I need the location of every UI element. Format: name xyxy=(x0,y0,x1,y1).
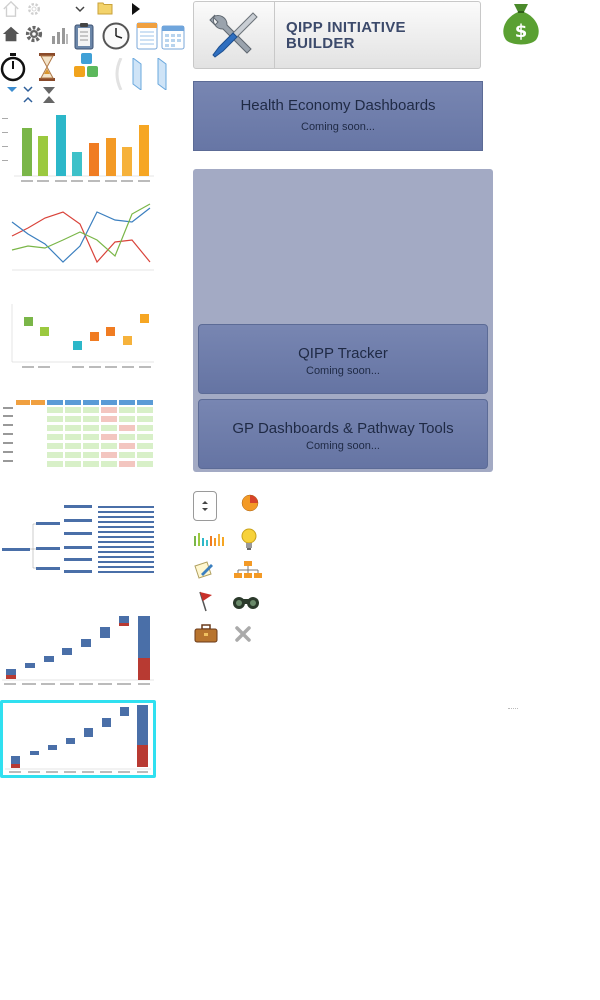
clipboard-icon xyxy=(74,23,94,50)
gear-outline-icon xyxy=(28,2,40,15)
builder-title: QIPP INITIATIVE BUILDER xyxy=(286,20,406,52)
collapse-icon[interactable] xyxy=(42,86,56,104)
folder-icon xyxy=(97,2,113,15)
home-icon[interactable] xyxy=(2,25,20,43)
tab-icon xyxy=(132,58,142,90)
clock-icon xyxy=(102,22,130,50)
calendar-icon xyxy=(161,25,185,50)
home-outline-icon xyxy=(3,0,19,17)
qipp-builder-button[interactable]: QIPP INITIATIVE BUILDER xyxy=(193,1,481,69)
page-curl-icon xyxy=(115,58,123,90)
health-economy-title: Health Economy Dashboards xyxy=(240,97,436,114)
table-thumb[interactable] xyxy=(0,398,156,474)
qipp-tracker-subtitle: Coming soon... xyxy=(306,365,380,377)
wrench-screwdriver-icon xyxy=(209,12,258,58)
hierarchy-icon[interactable] xyxy=(234,560,262,580)
bar-chart-thumb[interactable] xyxy=(0,110,156,188)
double-chevron-icon[interactable] xyxy=(22,86,34,104)
gp-dashboards-title: GP Dashboards & Pathway Tools xyxy=(232,420,454,437)
waterfall-thumb[interactable] xyxy=(0,612,156,692)
small-chevron-icon[interactable] xyxy=(6,86,18,94)
health-economy-tile[interactable]: Health Economy Dashboards Coming soon... xyxy=(193,81,483,151)
qipp-tracker-tile[interactable]: QIPP Tracker Coming soon... xyxy=(198,324,488,394)
tab-icon-2 xyxy=(157,58,167,90)
mini-bars-icon[interactable] xyxy=(193,530,225,546)
pencil-note-icon[interactable] xyxy=(193,560,215,580)
lightbulb-icon[interactable] xyxy=(240,528,258,552)
icon-sprite-area xyxy=(0,0,190,110)
money-bag-icon: $ xyxy=(503,4,539,45)
builder-title-line1: QIPP INITIATIVE xyxy=(286,19,406,36)
gear-icon[interactable] xyxy=(25,25,43,43)
waterfall-thumb-selected[interactable] xyxy=(0,700,156,778)
qipp-tracker-title: QIPP Tracker xyxy=(298,345,388,362)
health-economy-subtitle: Coming soon... xyxy=(301,121,375,133)
speck xyxy=(508,708,518,711)
pie-chart-icon[interactable] xyxy=(240,493,260,513)
play-arrow-icon[interactable] xyxy=(131,3,141,15)
bar-chart-icon xyxy=(52,28,68,44)
blocks-icon xyxy=(74,53,98,77)
gp-dashboards-subtitle: Coming soon... xyxy=(306,440,380,452)
tree-thumb[interactable] xyxy=(0,502,156,578)
hourglass-icon xyxy=(39,53,55,81)
stopwatch-icon xyxy=(0,53,26,82)
scatter-chart-thumb[interactable] xyxy=(0,300,156,372)
chevron-down-icon[interactable] xyxy=(74,3,86,15)
builder-title-line2: BUILDER xyxy=(286,35,355,52)
briefcase-icon[interactable] xyxy=(194,624,218,644)
gp-dashboards-tile[interactable]: GP Dashboards & Pathway Tools Coming soo… xyxy=(198,399,488,469)
tools-icon-box xyxy=(194,2,275,68)
flag-icon[interactable] xyxy=(196,590,216,612)
close-icon[interactable] xyxy=(234,625,252,643)
stepper-icon[interactable] xyxy=(193,491,217,521)
line-chart-thumb[interactable] xyxy=(0,200,156,280)
spreadsheet-icon xyxy=(136,22,158,50)
binoculars-icon[interactable] xyxy=(232,594,260,610)
svg-text:$: $ xyxy=(515,21,528,42)
